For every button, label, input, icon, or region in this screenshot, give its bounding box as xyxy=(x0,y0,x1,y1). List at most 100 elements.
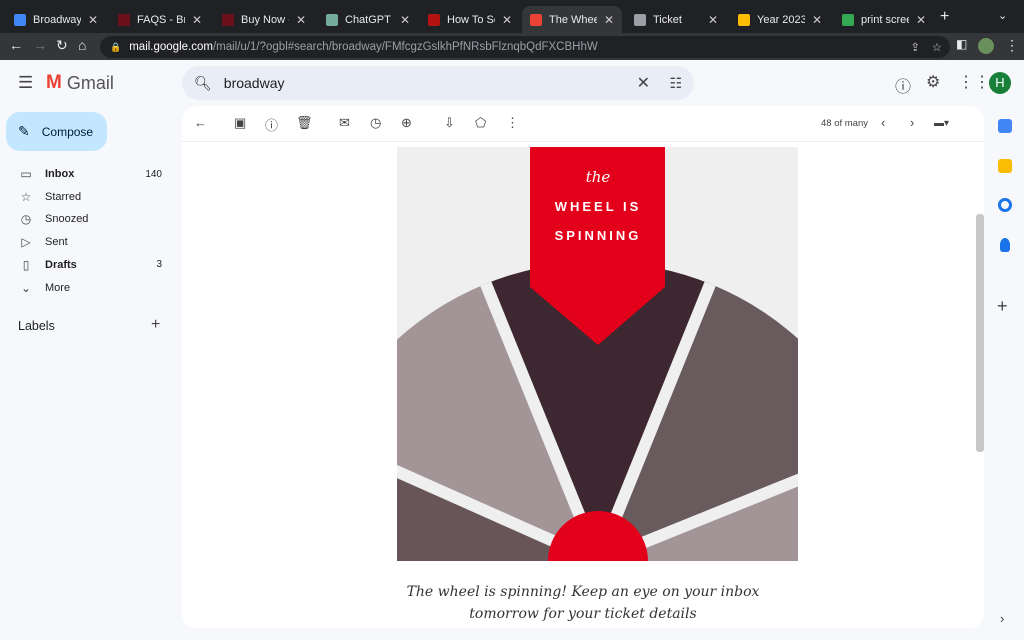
forward-icon[interactable]: → xyxy=(33,37,47,53)
browser-tab[interactable]: Year 2023 Ca ✕ xyxy=(730,6,830,33)
sidebar-item-label: More xyxy=(45,281,71,294)
scrollbar[interactable] xyxy=(976,214,984,452)
tab-favicon-icon xyxy=(428,13,440,26)
back-icon[interactable]: ← xyxy=(9,37,23,53)
sidebar-item-label: Inbox xyxy=(45,168,75,180)
browser-tab[interactable]: Buy Now - Br ✕ xyxy=(214,6,314,33)
tab-title: Broadway Ro xyxy=(33,13,81,26)
older-icon[interactable]: › xyxy=(910,115,914,130)
banner-line2: SPINNING xyxy=(555,228,642,243)
address-bar: ← → ↻ ⌂ 🔒 mail.google.com/mail/u/1/?ogbl… xyxy=(0,33,1024,60)
tab-title: Year 2023 Ca xyxy=(757,13,805,26)
browser-tab[interactable]: How To Score ✕ xyxy=(420,6,520,33)
caption-line-2: tomorrow for your ticket details xyxy=(469,606,697,622)
banner-the: the xyxy=(586,168,611,186)
tab-close-icon[interactable]: ✕ xyxy=(604,13,614,27)
sidebar-item-snoozed[interactable]: ◷ Snoozed xyxy=(0,208,180,230)
browser-tab[interactable]: The Wheel is ✕ xyxy=(522,6,622,33)
tab-favicon-icon xyxy=(326,13,338,26)
sidebar-item-label: Sent xyxy=(45,236,68,249)
clock-icon: ◷ xyxy=(20,212,32,227)
sidebar-item-count: 3 xyxy=(156,259,162,271)
add-to-tasks-icon[interactable]: ⊕ xyxy=(401,115,412,131)
search-bar[interactable]: 🔍︎ broadway ✕ ☷ xyxy=(182,66,694,100)
profile-avatar[interactable] xyxy=(978,38,994,54)
pagination-count: 48 of many xyxy=(821,118,868,129)
email-view: ← ▣ ⓘ 🗑︎ ✉ ◷ ⊕ ⇩ ⬠ ⋮ 48 of many ‹ › ▬▾ t… xyxy=(182,106,984,628)
search-options-icon[interactable]: ☷ xyxy=(669,75,682,92)
tab-search-icon[interactable]: ⌄ xyxy=(998,9,1007,22)
tab-close-icon[interactable]: ✕ xyxy=(400,13,410,27)
side-panel-icon[interactable]: ◧ xyxy=(956,37,967,51)
sidebar-item-starred[interactable]: ☆ Starred xyxy=(0,186,180,208)
lock-icon: 🔒 xyxy=(110,41,122,52)
report-spam-icon[interactable]: ⓘ xyxy=(265,115,278,134)
input-tools-icon[interactable]: ▬▾ xyxy=(934,118,949,129)
browser-tab[interactable]: print screen o ✕ xyxy=(834,6,934,33)
caption-line-1: The wheel is spinning! Keep an eye on yo… xyxy=(406,584,760,600)
archive-icon[interactable]: ▣ xyxy=(234,115,246,131)
browser-tab[interactable]: ChatGPT ✕ xyxy=(318,6,418,33)
send-icon: ▷ xyxy=(21,235,31,250)
get-addons-icon[interactable]: + xyxy=(997,296,1008,317)
tab-title: ChatGPT xyxy=(345,13,391,26)
main-menu-icon[interactable]: ☰ xyxy=(18,73,33,93)
sidebar-item-label: Starred xyxy=(45,190,82,203)
help-icon[interactable]: ⓘ xyxy=(895,73,911,97)
sidebar-item-drafts[interactable]: ▯ Drafts 3 xyxy=(0,254,180,276)
mark-unread-icon[interactable]: ✉ xyxy=(339,115,350,131)
tab-favicon-icon xyxy=(14,13,26,26)
tab-close-icon[interactable]: ✕ xyxy=(916,13,926,27)
tab-favicon-icon xyxy=(222,13,234,26)
email-toolbar: ← ▣ ⓘ 🗑︎ ✉ ◷ ⊕ ⇩ ⬠ ⋮ 48 of many ‹ › ▬▾ xyxy=(182,106,984,142)
snooze-icon[interactable]: ◷ xyxy=(370,115,381,131)
url-field[interactable]: 🔒 mail.google.com/mail/u/1/?ogbl#search/… xyxy=(100,36,950,58)
star-icon: ☆ xyxy=(20,189,32,204)
tab-close-icon[interactable]: ✕ xyxy=(192,13,202,27)
labels-heading: Labels xyxy=(18,319,55,333)
add-label-icon[interactable]: + xyxy=(151,316,160,334)
sidebar-item-inbox[interactable]: ▭ Inbox 140 xyxy=(0,163,180,185)
browser-tab[interactable]: Ticket ✕ xyxy=(626,6,726,33)
apps-grid-icon[interactable]: ⋮⋮ xyxy=(958,72,990,92)
home-icon[interactable]: ⌂ xyxy=(78,37,86,53)
tab-favicon-icon xyxy=(842,13,854,26)
show-side-panel-icon[interactable]: › xyxy=(1000,611,1004,626)
tasks-icon[interactable] xyxy=(998,198,1012,212)
wheel-is-spinning-graphic: the WHEEL IS SPINNING xyxy=(397,147,798,561)
account-avatar[interactable]: H xyxy=(989,72,1011,94)
keep-icon[interactable] xyxy=(998,159,1012,173)
share-icon[interactable]: ⇪ xyxy=(910,40,920,54)
browser-tab[interactable]: FAQS - Broad ✕ xyxy=(110,6,210,33)
clear-search-icon[interactable]: ✕ xyxy=(637,73,650,93)
more-options-icon[interactable]: ⋮ xyxy=(506,115,519,131)
contacts-icon[interactable] xyxy=(1000,238,1010,252)
new-tab-button[interactable]: + xyxy=(940,8,949,26)
settings-gear-icon[interactable]: ⚙ xyxy=(926,72,940,92)
calendar-icon[interactable] xyxy=(998,119,1012,133)
tab-close-icon[interactable]: ✕ xyxy=(708,13,718,27)
search-input[interactable]: broadway xyxy=(224,75,285,91)
banner-line1: WHEEL IS xyxy=(555,199,642,214)
delete-icon[interactable]: 🗑︎ xyxy=(296,115,313,131)
reload-icon[interactable]: ↻ xyxy=(56,37,68,54)
tab-strip: Broadway Ro✕FAQS - Broad✕Buy Now - Br✕Ch… xyxy=(0,0,1024,33)
sidebar-item-sent[interactable]: ▷ Sent xyxy=(0,231,180,253)
tab-close-icon[interactable]: ✕ xyxy=(88,13,98,27)
bookmark-star-icon[interactable]: ☆ xyxy=(932,40,942,54)
tab-close-icon[interactable]: ✕ xyxy=(812,13,822,27)
menu-icon[interactable]: ⋮ xyxy=(1005,37,1019,54)
tab-favicon-icon xyxy=(118,13,130,26)
sidebar-item-more[interactable]: ⌄ More xyxy=(0,277,180,299)
tab-close-icon[interactable]: ✕ xyxy=(502,13,512,27)
back-to-search-icon[interactable]: ← xyxy=(194,115,207,130)
label-icon[interactable]: ⬠ xyxy=(475,115,486,131)
compose-button[interactable]: ✎ Compose xyxy=(6,112,107,151)
tab-close-icon[interactable]: ✕ xyxy=(296,13,306,27)
browser-tab[interactable]: Broadway Ro ✕ xyxy=(6,6,106,33)
chevron-down-icon: ⌄ xyxy=(20,280,32,295)
search-icon[interactable]: 🔍︎ xyxy=(194,75,212,92)
gmail-logo[interactable]: M Gmail xyxy=(46,72,114,94)
newer-icon[interactable]: ‹ xyxy=(881,115,885,130)
move-to-icon[interactable]: ⇩ xyxy=(444,115,455,131)
